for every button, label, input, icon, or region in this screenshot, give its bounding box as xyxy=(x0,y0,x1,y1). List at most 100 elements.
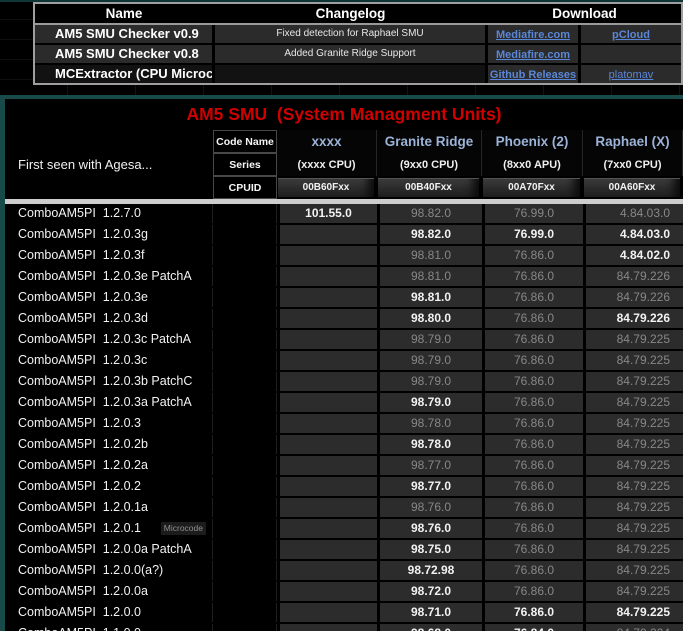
row-spacer-cell xyxy=(213,414,277,433)
smu-version-cell-raphael: 84.79.225 xyxy=(583,540,683,559)
row-spacer-cell xyxy=(213,561,277,580)
mediafire-link[interactable]: Mediafire.com xyxy=(496,29,570,41)
smu-version-cell-phoenix: 76.84.0 xyxy=(482,624,583,631)
download-link-cell: pCloud xyxy=(581,25,681,43)
series-value: (xxxx CPU) xyxy=(277,153,377,176)
agesa-version-cell: ComboAM5PI 1.2.0.2a xyxy=(5,456,213,475)
smu-version-rows: ComboAM5PI 1.2.7.0 101.55.0 98.82.0 76.9… xyxy=(5,204,683,631)
row-spacer-cell xyxy=(213,372,277,391)
smu-version-cell-phoenix: 76.86.0 xyxy=(482,288,583,307)
smu-version-cell-granite-ridge: 98.77.0 xyxy=(377,477,482,496)
agesa-version-label: ComboAM5PI 1.2.0.3c PatchA xyxy=(18,330,191,349)
agesa-version-label: ComboAM5PI 1.2.0.0a PatchA xyxy=(18,540,192,559)
agesa-version-label: ComboAM5PI 1.2.0.3e PatchA xyxy=(18,267,192,286)
smu-version-cell-xxxx xyxy=(277,540,377,559)
smu-version-cell-xxxx xyxy=(277,351,377,370)
smu-table-row: ComboAM5PI 1.2.0.1 Microcode 98.76.0 76.… xyxy=(5,519,683,540)
smu-version-cell-xxxx xyxy=(277,288,377,307)
code-name-row-label: Code Name xyxy=(213,130,277,153)
series-value: (9xx0 CPU) xyxy=(377,153,482,176)
smu-version-cell-xxxx xyxy=(277,498,377,517)
pcloud-link[interactable]: pCloud xyxy=(612,29,650,41)
smu-version-cell-raphael: 84.79.226 xyxy=(583,309,683,328)
smu-table-row: ComboAM5PI 1.2.0.3c PatchA 98.79.0 76.86… xyxy=(5,330,683,351)
mediafire-link[interactable]: Mediafire.com xyxy=(496,49,570,61)
download-row: AM5 SMU Checker v0.8 Added Granite Ridge… xyxy=(35,45,681,65)
smu-version-cell-phoenix: 76.86.0 xyxy=(482,519,583,538)
smu-version-cell-xxxx xyxy=(277,519,377,538)
cpuid-value: 00B40Fxx xyxy=(378,178,481,197)
smu-version-cell-phoenix: 76.86.0 xyxy=(482,435,583,454)
cpuid-value: 00B60Fxx xyxy=(278,178,376,197)
column-header-granite-ridge: Granite Ridge xyxy=(377,130,482,153)
smu-version-cell-phoenix: 76.86.0 xyxy=(482,246,583,265)
series-value: (8xx0 APU) xyxy=(482,153,583,176)
smu-table-row: ComboAM5PI 1.2.0.3b PatchC 98.79.0 76.86… xyxy=(5,372,683,393)
agesa-version-label: ComboAM5PI 1.2.0.3f xyxy=(18,246,144,265)
smu-table-row: ComboAM5PI 1.2.0.3a PatchA 98.79.0 76.86… xyxy=(5,393,683,414)
agesa-version-cell: ComboAM5PI 1.2.0.3c xyxy=(5,351,213,370)
smu-table-row: ComboAM5PI 1.2.7.0 101.55.0 98.82.0 76.9… xyxy=(5,204,683,225)
agesa-version-cell: ComboAM5PI 1.2.0.1a xyxy=(5,498,213,517)
agesa-version-cell: ComboAM5PI 1.2.0.3a PatchA xyxy=(5,393,213,412)
download-link-cell: platomav xyxy=(581,65,681,83)
agesa-version-label: ComboAM5PI 1.2.0.1a xyxy=(18,498,148,517)
smu-version-cell-raphael: 84.79.225 xyxy=(583,603,683,622)
smu-version-cell-granite-ridge: 98.79.0 xyxy=(377,351,482,370)
smu-table-row: ComboAM5PI 1.2.0.2 98.77.0 76.86.0 84.79… xyxy=(5,477,683,498)
cpuid-row-label: CPUID xyxy=(213,176,277,199)
agesa-version-label: ComboAM5PI 1.2.0.2a xyxy=(18,456,148,475)
agesa-version-cell: ComboAM5PI 1.2.0.0a xyxy=(5,582,213,601)
smu-version-cell-phoenix: 76.99.0 xyxy=(482,204,583,223)
agesa-version-cell: ComboAM5PI 1.2.0.2 xyxy=(5,477,213,496)
smu-version-cell-xxxx xyxy=(277,435,377,454)
platomav-link[interactable]: platomav xyxy=(609,69,654,81)
row-spacer-cell xyxy=(213,246,277,265)
smu-version-cell-granite-ridge: 98.68.0 xyxy=(377,624,482,631)
smu-version-cell-granite-ridge: 98.79.0 xyxy=(377,393,482,412)
row-spacer-cell xyxy=(213,288,277,307)
smu-version-cell-xxxx: 101.55.0 xyxy=(277,204,377,223)
agesa-version-label: ComboAM5PI 1.2.0.3b PatchC xyxy=(18,372,192,391)
downloads-header-row: Name Changelog Download xyxy=(35,4,681,25)
first-seen-with-agesa-label: First seen with Agesa... xyxy=(5,130,213,199)
downloads-header-name: Name xyxy=(35,4,215,23)
row-spacer-cell xyxy=(213,351,277,370)
smu-version-cell-xxxx xyxy=(277,603,377,622)
row-spacer-cell xyxy=(213,540,277,559)
agesa-version-cell: ComboAM5PI 1.2.0.3e xyxy=(5,288,213,307)
row-spacer-cell xyxy=(213,456,277,475)
smu-version-cell-raphael: 84.79.225 xyxy=(583,477,683,496)
agesa-version-label: ComboAM5PI 1.2.0.3c xyxy=(18,351,147,370)
agesa-version-label: ComboAM5PI 1.2.0.3 xyxy=(18,414,141,433)
smu-version-cell-xxxx xyxy=(277,414,377,433)
downloads-table: Name Changelog Download AM5 SMU Checker … xyxy=(33,2,683,85)
row-spacer-cell xyxy=(213,225,277,244)
agesa-version-cell: ComboAM5PI 1.2.0.2b xyxy=(5,435,213,454)
smu-table-row: ComboAM5PI 1.2.0.3 98.78.0 76.86.0 84.79… xyxy=(5,414,683,435)
smu-version-cell-xxxx xyxy=(277,393,377,412)
smu-version-cell-granite-ridge: 98.76.0 xyxy=(377,498,482,517)
smu-table-row: ComboAM5PI 1.2.0.2a 98.77.0 76.86.0 84.7… xyxy=(5,456,683,477)
agesa-version-cell: ComboAM5PI 1.2.0.0a PatchA xyxy=(5,540,213,559)
agesa-version-label: ComboAM5PI 1.2.0.3d xyxy=(18,309,148,328)
smu-table-row: ComboAM5PI 1.2.0.1a 98.76.0 76.86.0 84.7… xyxy=(5,498,683,519)
smu-table-row: ComboAM5PI 1.2.0.2b 98.78.0 76.86.0 84.7… xyxy=(5,435,683,456)
smu-version-cell-granite-ridge: 98.72.0 xyxy=(377,582,482,601)
github-releases-link[interactable]: Github Releases xyxy=(490,69,576,81)
agesa-version-cell: ComboAM5PI 1.2.0.3d xyxy=(5,309,213,328)
smu-version-cell-raphael: 84.79.225 xyxy=(583,393,683,412)
smu-version-cell-xxxx xyxy=(277,561,377,580)
top-border-line xyxy=(0,0,683,2)
smu-table-row: ComboAM5PI 1.2.0.0a 98.72.0 76.86.0 84.7… xyxy=(5,582,683,603)
row-spacer-cell xyxy=(213,519,277,538)
row-spacer-cell xyxy=(213,393,277,412)
agesa-version-cell: ComboAM5PI 1.2.0.3f xyxy=(5,246,213,265)
smu-version-cell-xxxx xyxy=(277,267,377,286)
row-spacer-cell xyxy=(213,498,277,517)
smu-table-row: ComboAM5PI 1.1.0.0 98.68.0 76.84.0 84.79… xyxy=(5,624,683,631)
downloads-header-changelog: Changelog xyxy=(215,4,488,23)
smu-version-cell-raphael: 4.84.03.0 xyxy=(583,204,683,223)
smu-version-cell-phoenix: 76.86.0 xyxy=(482,477,583,496)
smu-version-cell-xxxx xyxy=(277,456,377,475)
